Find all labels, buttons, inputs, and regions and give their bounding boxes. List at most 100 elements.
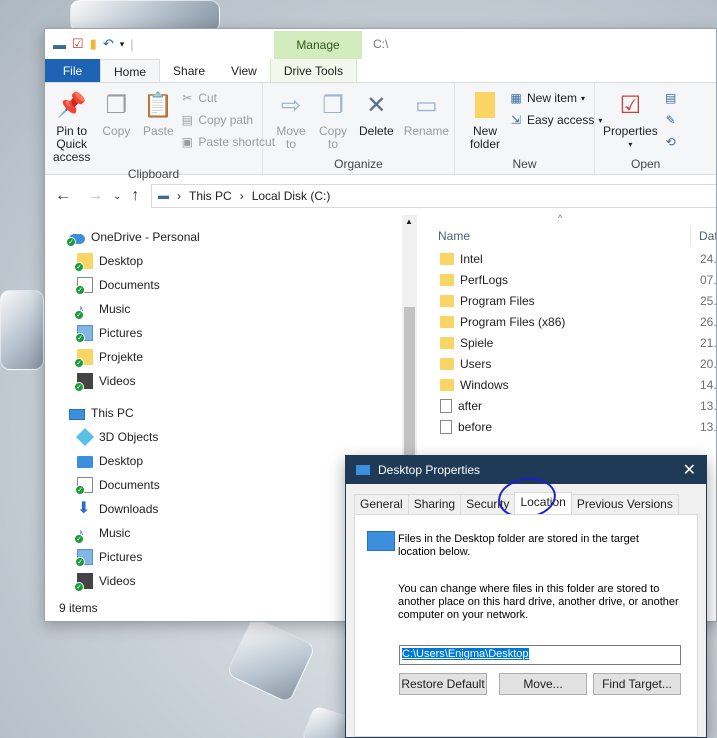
tree-pc-documents[interactable]: ✓ Documents — [75, 475, 160, 495]
address-bar[interactable]: ▬ › This PC › Local Disk (C:) — [151, 184, 716, 208]
delete-button[interactable]: ✕ Delete — [355, 87, 398, 156]
tree-this-pc[interactable]: This PC — [69, 403, 134, 423]
file-date: 25.0 — [700, 294, 717, 308]
tree-pc-videos[interactable]: ✓ Videos — [74, 571, 136, 591]
tree-onedrive-pictures[interactable]: ✓ Pictures — [75, 323, 143, 343]
file-row[interactable]: Program Files — [440, 291, 535, 311]
copy-to-button[interactable]: ❐ Copy to — [313, 87, 353, 156]
pin-icon: 📌 — [56, 91, 87, 119]
tree-onedrive-documents[interactable]: ✓ Documents — [75, 275, 160, 295]
tab-home[interactable]: Home — [100, 59, 161, 82]
history-small-button[interactable]: ⟲ — [664, 133, 678, 151]
copy-path-button[interactable]: ▤ Copy path — [180, 111, 275, 129]
tab-general[interactable]: General — [354, 494, 409, 514]
edit-small-button[interactable]: ✎ — [664, 111, 678, 129]
qat-dropdown-icon[interactable]: ▾ — [120, 39, 125, 50]
up-arrow-icon[interactable]: ↑ — [131, 187, 139, 205]
file-row[interactable]: Spiele — [440, 333, 493, 353]
open-icon: ▤ — [665, 91, 677, 105]
back-arrow-icon[interactable]: ← — [55, 187, 71, 205]
close-icon[interactable]: ✕ — [683, 460, 696, 480]
paste-button[interactable]: 📋 Paste — [138, 87, 178, 166]
scroll-up-icon[interactable]: ▲ — [405, 217, 413, 226]
tab-share[interactable]: Share — [160, 59, 218, 82]
column-date[interactable]: Dat — [699, 229, 716, 243]
new-folder-qat-icon[interactable]: ▮ — [90, 36, 97, 52]
tree-onedrive[interactable]: ✓ OneDrive - Personal — [66, 227, 200, 247]
open-small-button[interactable]: ▤ — [664, 89, 678, 107]
file-row[interactable]: before — [440, 417, 492, 437]
tab-file[interactable]: File — [45, 59, 100, 82]
file-name: Program Files — [460, 294, 535, 308]
restore-default-button[interactable]: Restore Default — [399, 673, 487, 695]
item-count: 9 items — [59, 601, 98, 615]
history-icon: ⟲ — [665, 135, 676, 149]
tree-onedrive-desktop[interactable]: ✓ Desktop — [74, 251, 144, 272]
column-divider — [690, 225, 691, 247]
properties-qat-icon[interactable]: ☑ — [72, 36, 84, 52]
easy-access-button[interactable]: ⇲ Easy access ▾ — [509, 111, 602, 129]
tree-pc-pictures[interactable]: ✓ Pictures — [75, 547, 142, 567]
breadcrumb-local-disk[interactable]: Local Disk (C:) — [252, 189, 331, 203]
properties-button[interactable]: ☑ Properties ▾ — [599, 87, 662, 156]
file-name: Windows — [460, 378, 509, 392]
breadcrumb-this-pc[interactable]: This PC — [189, 189, 232, 203]
new-folder-button[interactable]: New folder — [463, 87, 507, 156]
tree-label: Documents — [99, 478, 160, 492]
tab-drive-tools[interactable]: Drive Tools — [269, 59, 357, 82]
info-line: Files in the Desktop folder are stored i… — [398, 533, 639, 545]
tree-label: Desktop — [99, 254, 144, 268]
tree-downloads[interactable]: ⬇ Downloads — [77, 499, 158, 519]
easy-access-icon: ⇲ — [510, 113, 522, 127]
file-row[interactable]: Intel — [440, 249, 483, 269]
properties-label: Properties — [603, 124, 658, 138]
tree-onedrive-projekte[interactable]: ✓ Projekte — [74, 347, 143, 368]
tree-label: Pictures — [99, 326, 143, 340]
tree-onedrive-videos[interactable]: ✓ Videos — [74, 371, 135, 392]
file-row[interactable]: Windows — [440, 375, 509, 395]
file-row[interactable]: Program Files (x86) — [440, 312, 565, 332]
move-to-button[interactable]: ⇨ Move to — [271, 87, 311, 156]
tree-label: OneDrive - Personal — [91, 230, 200, 244]
pin-quick-access-button[interactable]: 📌 Pin to Quick access — [49, 87, 94, 166]
copy-button[interactable]: ❐ Copy — [96, 87, 136, 166]
move-button[interactable]: Move... — [499, 673, 587, 695]
tree-pc-music[interactable]: ♪ ✓ Music — [74, 523, 130, 544]
documents-icon: ✓ — [75, 477, 93, 495]
desktop-folder-icon — [356, 465, 370, 475]
file-date: 13.0 — [700, 420, 717, 434]
folder-icon — [440, 379, 454, 391]
column-name[interactable]: Name — [438, 229, 470, 243]
target-path-input[interactable]: C:\Users\Enigma\Desktop — [399, 645, 681, 665]
ice-cube-decoration — [0, 290, 44, 370]
copy-path-icon: ▤ — [181, 113, 194, 127]
tab-sharing[interactable]: Sharing — [407, 494, 462, 514]
tab-view[interactable]: View — [218, 59, 270, 82]
file-date: 24.1 — [700, 252, 717, 266]
onedrive-cloud-icon: ✓ — [66, 234, 85, 247]
tree-label: This PC — [91, 406, 134, 420]
folder-icon — [440, 316, 454, 328]
drive-icon: ▬ — [158, 190, 169, 202]
find-target-button[interactable]: Find Target... — [593, 673, 681, 695]
paste-shortcut-button[interactable]: ▣ Paste shortcut — [180, 133, 275, 151]
rename-button[interactable]: ▭ Rename — [400, 87, 453, 156]
tree-3d-objects[interactable]: 3D Objects — [75, 427, 158, 447]
open-group: ☑ Properties ▾ ▤ ✎ ⟲ Open — [595, 83, 716, 174]
desktop-properties-dialog: Desktop Properties ✕ General Sharing Sec… — [345, 455, 707, 738]
manage-contextual-tab[interactable]: Manage — [274, 31, 362, 59]
tree-label: Videos — [99, 574, 136, 588]
file-row[interactable]: Users — [440, 354, 491, 374]
forward-arrow-icon[interactable]: → — [87, 187, 103, 205]
cut-button[interactable]: ✂ Cut — [180, 89, 275, 107]
undo-icon[interactable]: ↶ — [103, 36, 114, 52]
tab-previous-versions[interactable]: Previous Versions — [570, 494, 679, 514]
file-row[interactable]: PerfLogs — [440, 270, 508, 290]
recent-locations-chevron-icon[interactable]: ⌄ — [113, 191, 121, 202]
tree-pc-desktop[interactable]: Desktop — [77, 451, 143, 471]
file-row[interactable]: after — [440, 396, 482, 416]
tree-label: Documents — [99, 278, 160, 292]
copy-to-label: Copy to — [318, 124, 347, 151]
tree-onedrive-music[interactable]: ♪ ✓ Music — [74, 299, 130, 320]
new-item-button[interactable]: ▦ New item ▾ — [509, 89, 602, 107]
